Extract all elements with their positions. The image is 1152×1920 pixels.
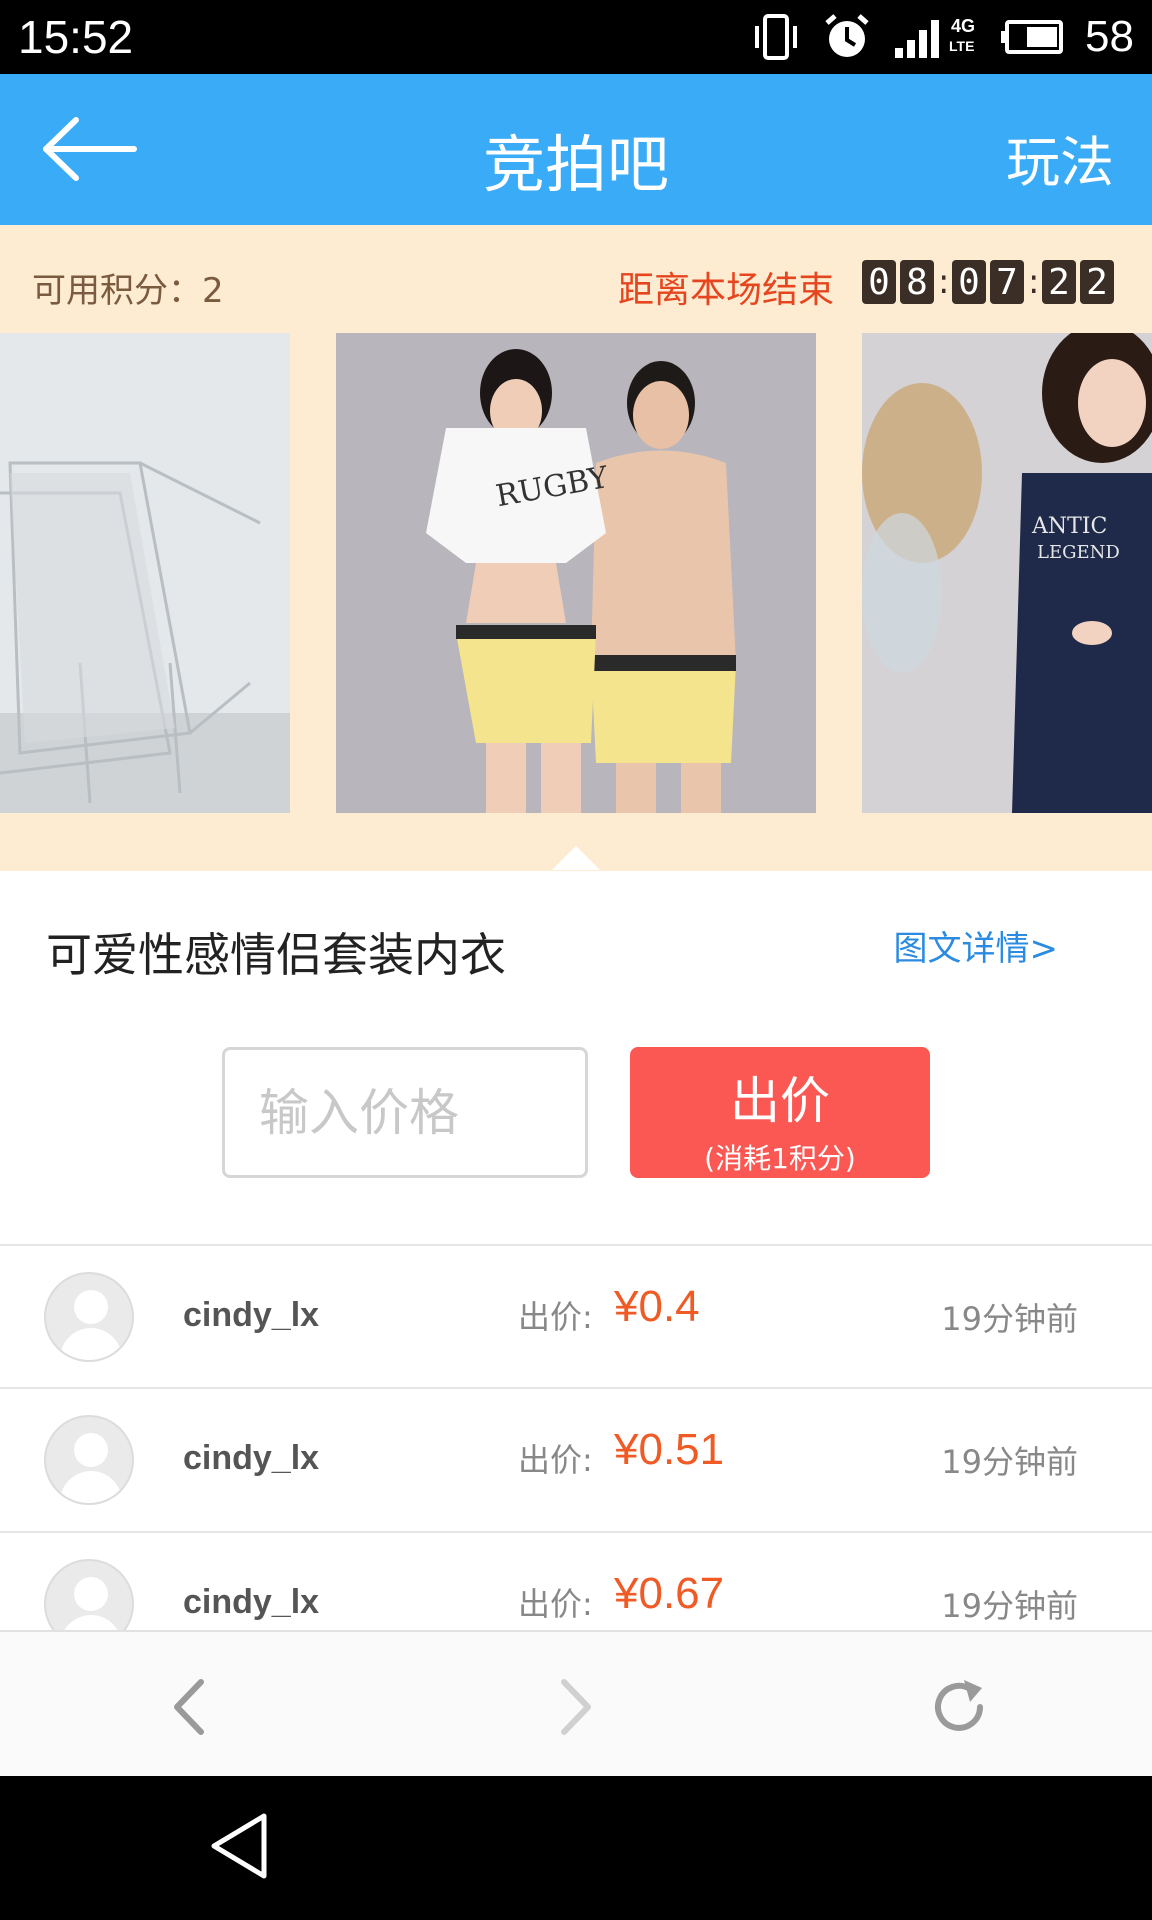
svg-text:LEGEND: LEGEND bbox=[1037, 542, 1120, 563]
product-image-next[interactable]: ANTIC LEGEND bbox=[862, 333, 1152, 813]
network-subtype: LTE bbox=[949, 38, 975, 54]
bid-user: cindy_lx bbox=[183, 1583, 320, 1621]
status-bar: 15:52 4G LTE 58 bbox=[0, 0, 1152, 74]
bid-time: 19分钟前 bbox=[941, 1300, 1078, 1338]
info-bar: 可用积分：2 距离本场结束 0 8 : 0 7 : 2 2 bbox=[0, 225, 1152, 333]
bid-time: 19分钟前 bbox=[941, 1587, 1078, 1625]
product-name: 可爱性感情侣套装内衣 bbox=[46, 928, 506, 982]
bid-value: ¥0.51 bbox=[614, 1425, 725, 1474]
countdown-digit: 2 bbox=[1042, 260, 1076, 304]
nav-forward-icon[interactable] bbox=[540, 1672, 610, 1742]
bid-row: cindy_lx 出价: ¥0.51 19分钟前 bbox=[0, 1389, 1152, 1531]
countdown-colon: : bbox=[1028, 262, 1040, 302]
carousel-pointer bbox=[552, 846, 600, 870]
browser-nav bbox=[0, 1630, 1152, 1776]
bid-button-label: 出价 bbox=[730, 1072, 830, 1130]
avatar bbox=[44, 1415, 134, 1505]
signal-icon: 4G LTE bbox=[893, 14, 979, 60]
bid-button-cost: (消耗1积分) bbox=[704, 1142, 856, 1175]
nav-back-icon[interactable] bbox=[155, 1672, 225, 1742]
countdown-colon: : bbox=[938, 262, 950, 302]
system-back-icon[interactable] bbox=[208, 1810, 270, 1882]
countdown-digit: 8 bbox=[900, 260, 934, 304]
svg-text:ANTIC: ANTIC bbox=[1031, 514, 1107, 539]
bid-button[interactable]: 出价 (消耗1积分) bbox=[630, 1047, 930, 1178]
bid-user: cindy_lx bbox=[183, 1296, 320, 1334]
available-points: 可用积分：2 bbox=[32, 271, 224, 311]
battery-level: 58 bbox=[1085, 12, 1134, 61]
product-header: 可爱性感情侣套装内衣 图文详情> bbox=[0, 871, 1152, 1021]
countdown-digit: 0 bbox=[862, 260, 896, 304]
bid-row: cindy_lx 出价: ¥0.4 19分钟前 bbox=[0, 1246, 1152, 1388]
product-image-previous[interactable] bbox=[0, 333, 290, 813]
countdown-label: 距离本场结束 bbox=[617, 270, 834, 311]
status-icons: 4G LTE 58 bbox=[751, 12, 1134, 62]
bid-user: cindy_lx bbox=[183, 1439, 320, 1477]
battery-icon bbox=[1001, 20, 1064, 54]
vibrate-icon bbox=[755, 14, 798, 60]
page-title: 竞拍吧 bbox=[482, 128, 669, 201]
bid-time: 19分钟前 bbox=[941, 1443, 1078, 1481]
avatar bbox=[44, 1559, 134, 1630]
bid-label: 出价: bbox=[518, 1585, 593, 1623]
status-time: 15:52 bbox=[18, 11, 134, 63]
avatar bbox=[44, 1272, 134, 1362]
alarm-icon bbox=[825, 14, 869, 57]
app-bar: 竞拍吧 玩法 bbox=[0, 74, 1152, 225]
bid-row: cindy_lx 出价: ¥0.67 19分钟前 bbox=[0, 1533, 1152, 1630]
countdown-timer: 0 8 : 0 7 : 2 2 bbox=[862, 260, 1114, 304]
detail-link[interactable]: 图文详情> bbox=[894, 921, 1059, 970]
rules-button[interactable]: 玩法 bbox=[1006, 118, 1114, 197]
refresh-icon[interactable] bbox=[924, 1672, 994, 1742]
bid-value: ¥0.4 bbox=[614, 1282, 700, 1331]
countdown-digit: 2 bbox=[1080, 260, 1114, 304]
product-image-current[interactable]: RUGBY bbox=[336, 333, 816, 813]
countdown-digit: 0 bbox=[952, 260, 986, 304]
screen: 15:52 4G LTE 58 竞拍吧 玩法 可用积分：2 距离本场结束 0 8… bbox=[0, 0, 1152, 1920]
product-carousel[interactable]: RUGBY ANTIC LEGEND bbox=[0, 333, 1152, 871]
price-input[interactable] bbox=[222, 1047, 588, 1178]
bid-value: ¥0.67 bbox=[614, 1569, 725, 1618]
bid-label: 出价: bbox=[518, 1441, 593, 1479]
bid-label: 出价: bbox=[518, 1298, 593, 1336]
countdown-digit: 7 bbox=[990, 260, 1024, 304]
system-nav-bar bbox=[0, 1776, 1152, 1920]
network-type: 4G bbox=[951, 16, 976, 36]
